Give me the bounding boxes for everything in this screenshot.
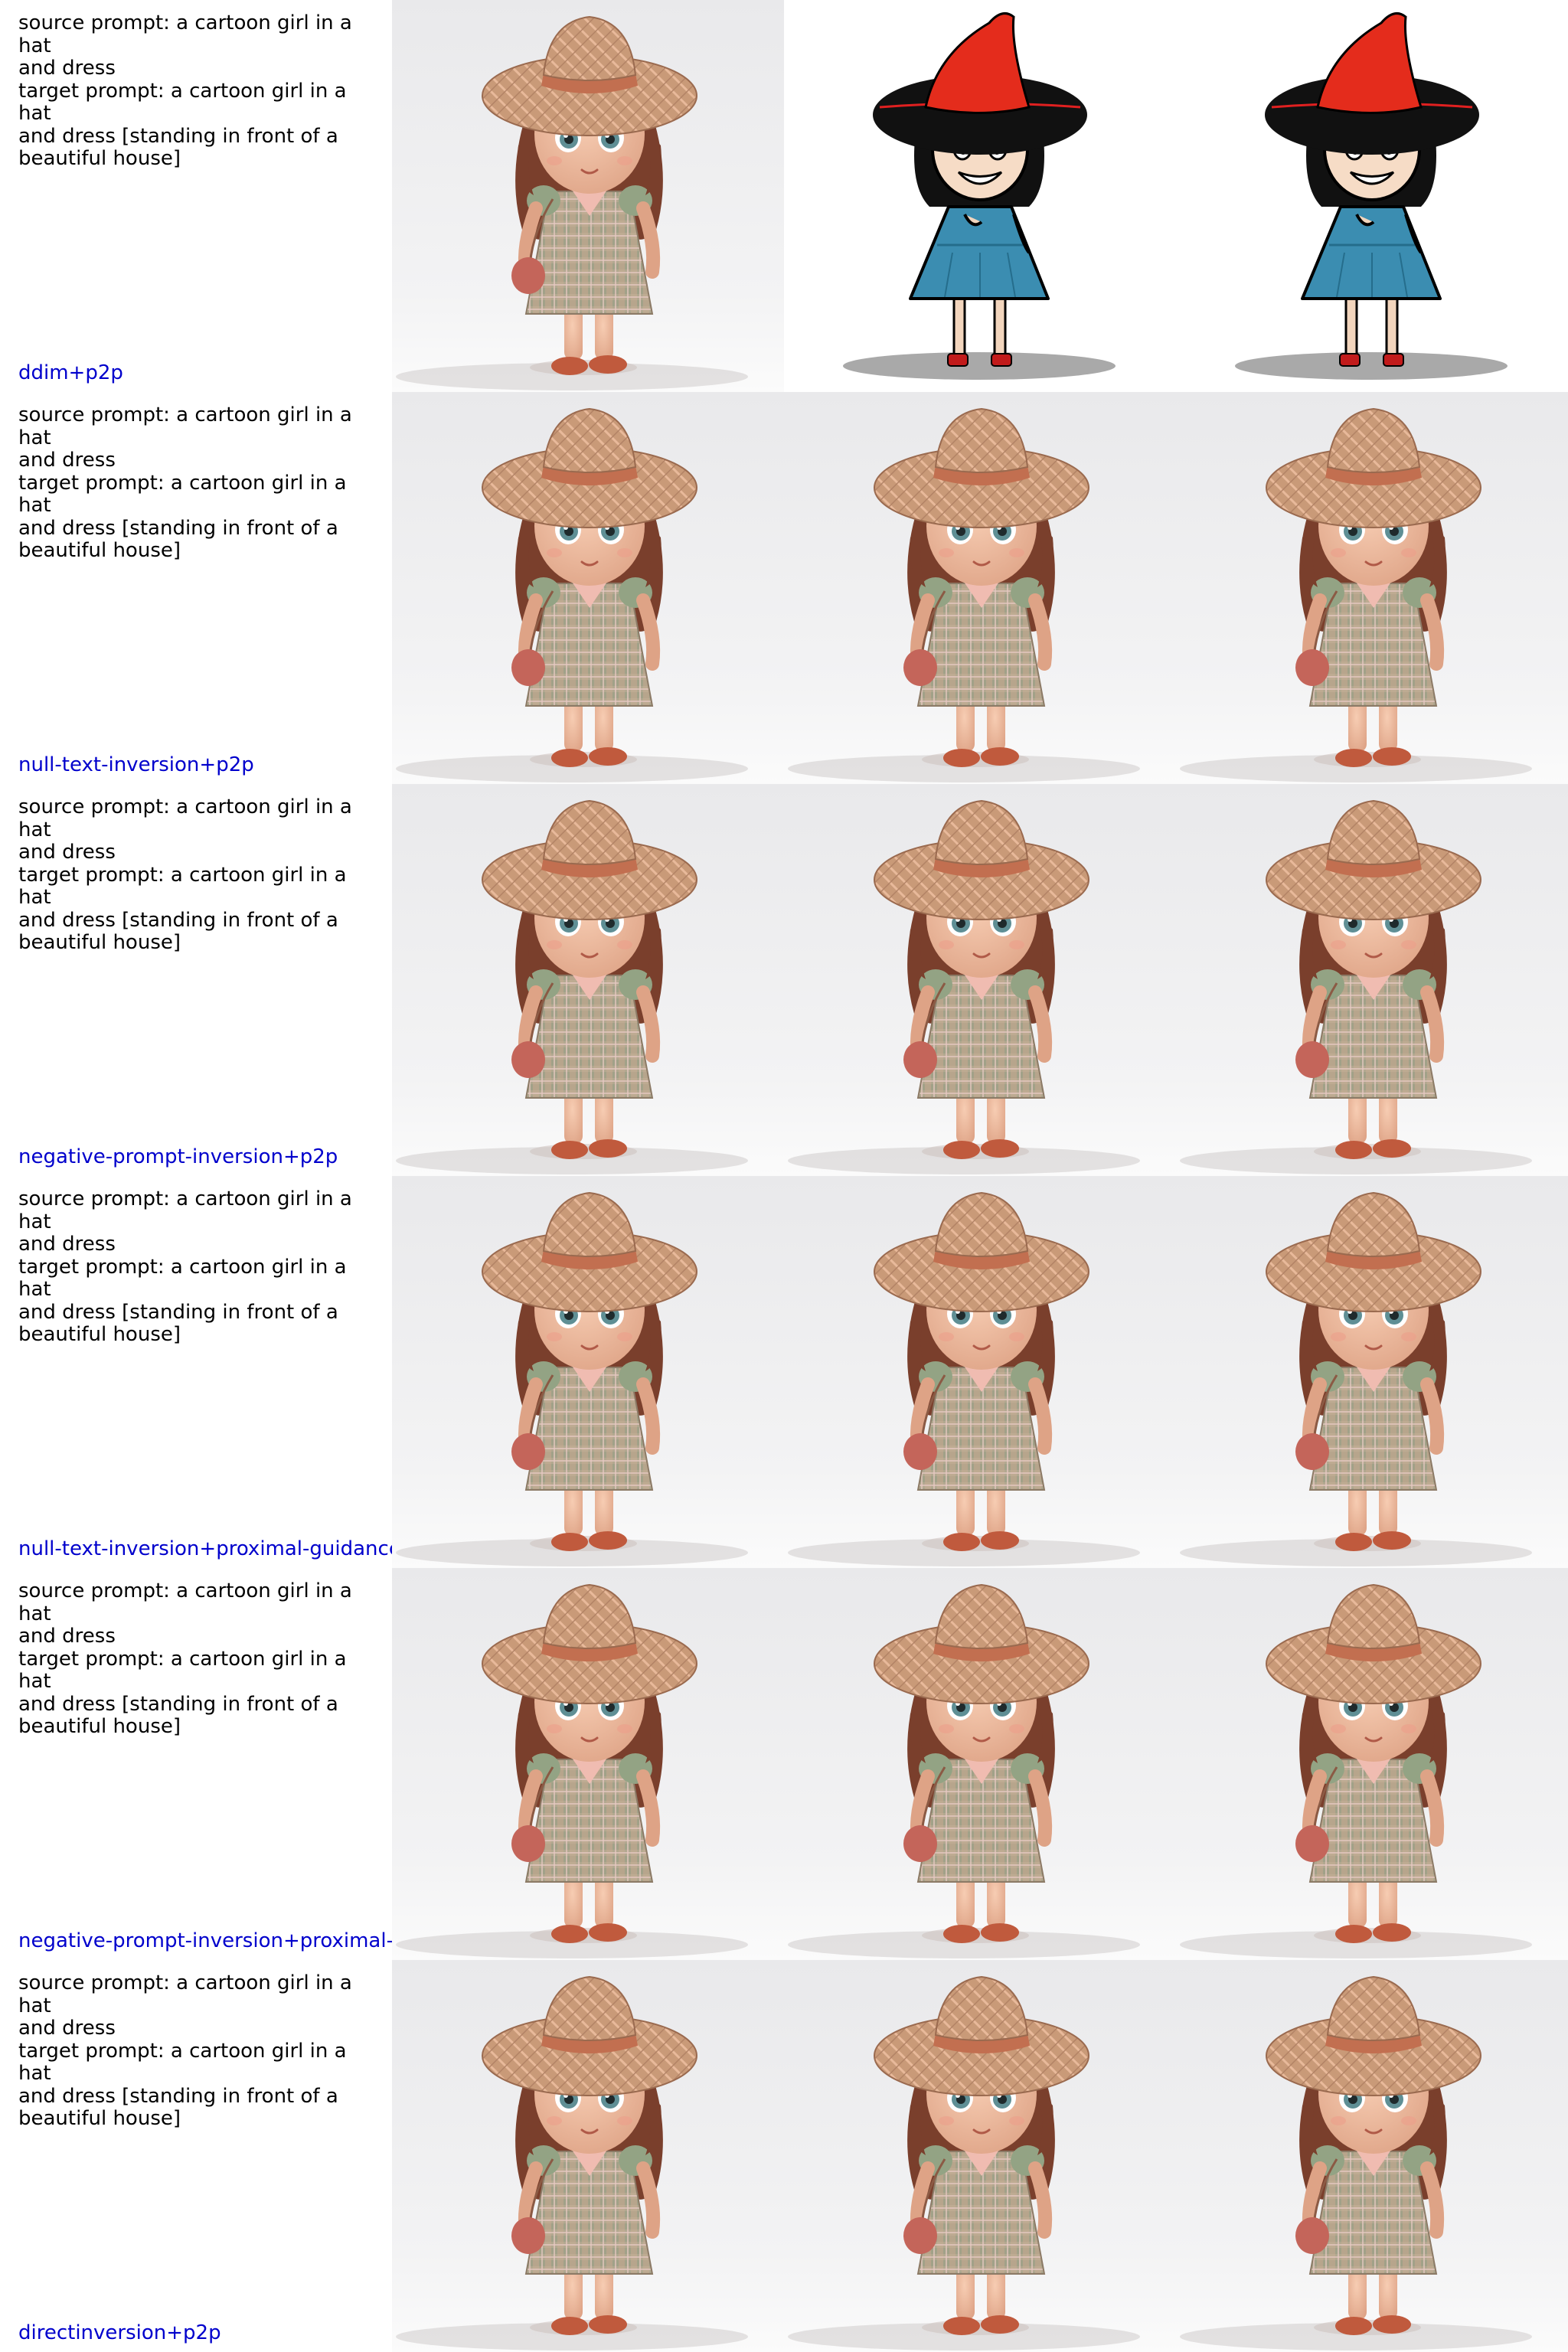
result-row: source prompt: a cartoon girl in a hat a… (0, 1176, 1568, 1568)
result-row: source prompt: a cartoon girl in a hat a… (0, 784, 1568, 1176)
method-label: negative-prompt-inversion+p2p (18, 1145, 338, 1168)
method-label: null-text-inversion+proximal-guidance (18, 1537, 392, 1560)
result-row: source prompt: a cartoon girl in a hat a… (0, 1960, 1568, 2352)
result-row: source prompt: a cartoon girl in a hat a… (0, 392, 1568, 784)
source-image (392, 1568, 784, 1960)
prompt-description: source prompt: a cartoon girl in a hat a… (18, 11, 352, 170)
method-label: negative-prompt-inversion+proximal-g (18, 1929, 392, 1952)
row-label-cell: source prompt: a cartoon girl in a hat a… (0, 1176, 392, 1568)
row-label-cell: source prompt: a cartoon girl in a hat a… (0, 784, 392, 1176)
method-label: ddim+p2p (18, 361, 123, 384)
source-image (392, 0, 784, 392)
prompt-description: source prompt: a cartoon girl in a hat a… (18, 1579, 352, 1738)
prompt-description: source prompt: a cartoon girl in a hat a… (18, 795, 352, 954)
prompt-description: source prompt: a cartoon girl in a hat a… (18, 403, 352, 562)
reconstructed-image (784, 784, 1176, 1176)
method-label: null-text-inversion+p2p (18, 753, 254, 776)
source-image (392, 784, 784, 1176)
edited-image (1176, 1960, 1568, 2352)
reconstructed-image (784, 1568, 1176, 1960)
row-label-cell: source prompt: a cartoon girl in a hat a… (0, 1960, 392, 2352)
result-row: source prompt: a cartoon girl in a hat a… (0, 1568, 1568, 1960)
row-label-cell: source prompt: a cartoon girl in a hat a… (0, 392, 392, 784)
edited-image (1176, 1176, 1568, 1568)
reconstructed-image (784, 1176, 1176, 1568)
prompt-description: source prompt: a cartoon girl in a hat a… (18, 1187, 352, 1346)
source-image (392, 392, 784, 784)
row-label-cell: source prompt: a cartoon girl in a hat a… (0, 0, 392, 392)
comparison-grid: source prompt: a cartoon girl in a hat a… (0, 0, 1568, 2352)
prompt-description: source prompt: a cartoon girl in a hat a… (18, 1971, 352, 2130)
reconstructed-image (784, 392, 1176, 784)
row-label-cell: source prompt: a cartoon girl in a hat a… (0, 1568, 392, 1960)
edited-image (1176, 1568, 1568, 1960)
source-image (392, 1176, 784, 1568)
edited-image (1176, 0, 1568, 392)
reconstructed-image (784, 0, 1176, 392)
edited-image (1176, 784, 1568, 1176)
source-image (392, 1960, 784, 2352)
edited-image (1176, 392, 1568, 784)
reconstructed-image (784, 1960, 1176, 2352)
method-label: directinversion+p2p (18, 2321, 221, 2344)
result-row: source prompt: a cartoon girl in a hat a… (0, 0, 1568, 392)
